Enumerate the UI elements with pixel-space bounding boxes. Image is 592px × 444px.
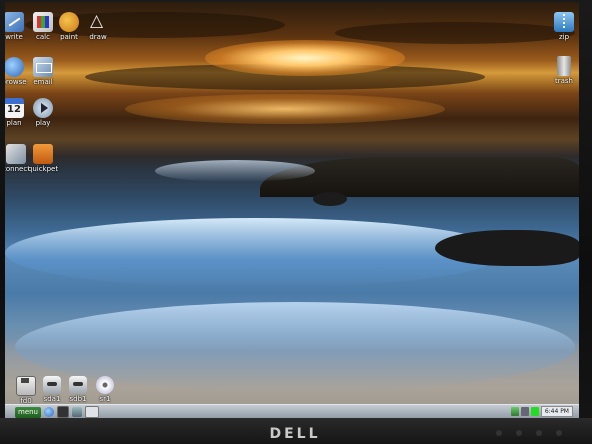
hard-disk-icon: [69, 376, 87, 394]
monitor-power-button[interactable]: [556, 430, 562, 436]
taskbar: menu 6:44 PM: [5, 404, 579, 418]
browse-icon: [5, 57, 24, 77]
desktop-icon-quickpet[interactable]: quickpet: [26, 144, 60, 173]
desktop-icon-email[interactable]: email: [26, 57, 60, 86]
monitor-button[interactable]: [516, 430, 522, 436]
wallpaper-sun-glow: [125, 94, 445, 124]
wallpaper-wave: [5, 218, 505, 288]
email-icon: [33, 57, 53, 77]
desktop-icon-draw[interactable]: draw: [81, 11, 115, 41]
calendar-icon: 12: [5, 98, 24, 118]
paint-icon: [59, 12, 79, 32]
battery-icon[interactable]: [530, 407, 539, 416]
floppy-icon: [16, 376, 36, 396]
wallpaper-rocks: [260, 157, 579, 197]
wallpaper-rock: [313, 192, 347, 206]
show-desktop-icon[interactable]: [72, 407, 82, 417]
network-icon[interactable]: [510, 407, 519, 416]
quickpet-icon: [33, 144, 53, 164]
desktop-icon-label: play: [35, 119, 51, 127]
desktop-icon-trash[interactable]: trash: [547, 56, 579, 85]
zip-icon: [554, 12, 574, 32]
hard-disk-icon: [43, 376, 61, 394]
drive-icon-sr1[interactable]: sr1: [88, 376, 122, 403]
menu-button[interactable]: menu: [15, 406, 41, 418]
write-icon: [5, 12, 24, 32]
desktop-icon-play[interactable]: play: [26, 98, 60, 127]
wallpaper-sun: [205, 40, 405, 76]
desktop-icon-label: trash: [555, 77, 573, 85]
desktop-icon-label: email: [33, 78, 53, 86]
volume-icon[interactable]: [520, 407, 529, 416]
draw-icon: [88, 11, 108, 32]
monitor-button[interactable]: [536, 430, 542, 436]
connect-icon: [6, 144, 26, 164]
monitor-brand-logo: DELL: [269, 426, 321, 442]
drive-label: sr1: [99, 395, 111, 403]
wallpaper-cloud: [335, 22, 575, 44]
monitor-button[interactable]: [496, 430, 502, 436]
cd-icon: [96, 376, 114, 394]
wallpaper-rock: [435, 230, 579, 266]
calc-icon: [33, 12, 53, 32]
desktop-screen: write calc paint draw browse email 12 pl…: [5, 2, 579, 418]
workspace-switcher-icon[interactable]: [85, 406, 99, 418]
system-tray: 6:44 PM: [510, 406, 573, 417]
terminal-launcher-icon[interactable]: [57, 406, 69, 418]
desktop-icon-zip[interactable]: zip: [547, 12, 579, 41]
browser-launcher-icon[interactable]: [44, 407, 54, 417]
clock[interactable]: 6:44 PM: [540, 406, 573, 417]
monitor-buttons: [496, 430, 562, 436]
trash-icon: [557, 56, 571, 76]
calendar-day: 12: [7, 104, 21, 115]
desktop-icon-label: zip: [558, 33, 570, 41]
desktop-icon-label: draw: [89, 33, 107, 41]
play-icon: [33, 98, 53, 118]
wallpaper-wave: [155, 160, 315, 182]
desktop-icon-label: quickpet: [27, 165, 59, 173]
